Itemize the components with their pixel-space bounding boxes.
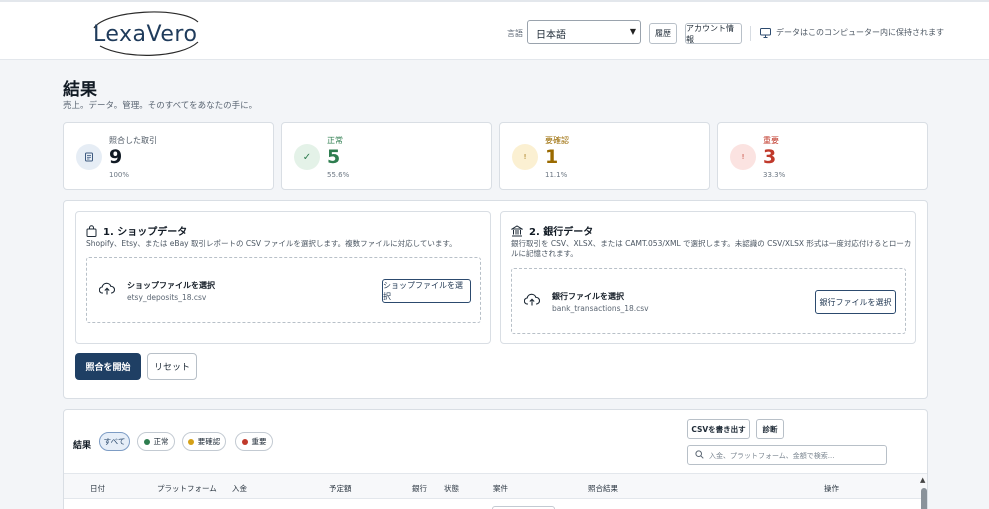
column-header-expected[interactable]: 予定額 (329, 483, 352, 494)
search-placeholder: 入金、プラットフォーム、金額で検索... (709, 452, 835, 460)
diagnostics-button[interactable]: 診断 (756, 419, 784, 439)
shop-description: Shopify、Etsy、または eBay 取引レポートの CSV ファイルを選… (86, 239, 457, 248)
export-csv-button[interactable]: CSVを書き出す (687, 419, 750, 439)
column-header-case[interactable]: 案件 (493, 483, 508, 494)
bank-description-line1: 銀行取引を CSV、XLSX、または CAMT.053/XML で選択します。未… (511, 239, 912, 248)
check-icon: ✓ (294, 144, 320, 170)
column-header-match-result[interactable]: 照合結果 (588, 483, 618, 494)
stat-label: 照合した取引 (109, 136, 157, 145)
stat-label: 正常 (327, 136, 343, 145)
column-header-deposit[interactable]: 入金 (232, 483, 247, 494)
stat-label: 重要 (763, 136, 779, 145)
monitor-icon (760, 27, 771, 38)
filter-chip-normal[interactable]: 正常 (137, 432, 175, 451)
stat-card-normal: ✓ 正常 5 55.6% (281, 122, 492, 190)
start-reconcile-button[interactable]: 照合を開始 (75, 353, 141, 380)
bank-icon (511, 224, 523, 236)
stat-percent: 100% (109, 171, 130, 179)
scrollbar[interactable]: ▲ (920, 476, 927, 509)
scroll-up-icon[interactable]: ▲ (920, 476, 925, 484)
bank-file-name: bank_transactions_18.csv (552, 304, 649, 313)
shop-title-text: 1. ショップデータ (103, 227, 188, 238)
shop-section-title: 1. ショップデータ (86, 223, 187, 238)
bank-data-section: 2. 銀行データ 銀行取引を CSV、XLSX、または CAMT.053/XML… (500, 211, 916, 344)
header-divider (750, 26, 751, 41)
bank-title-text: 2. 銀行データ (529, 227, 594, 238)
filter-chip-label: 正常 (153, 437, 169, 446)
page-subtitle: 売上。データ。管理。そのすべてをあなたの手に。 (63, 101, 258, 111)
stat-card-review: ! 要確認 1 11.1% (499, 122, 710, 190)
app-header: LexaVero 言語 日本語 ▼ 履歴 アカウント情報 データはこのコンピュー… (0, 0, 989, 60)
language-selected-value: 日本語 (536, 30, 566, 41)
stat-label: 要確認 (545, 136, 569, 145)
status-dot (143, 438, 150, 445)
logo-text: LexaVero (93, 22, 198, 47)
bank-section-title: 2. 銀行データ (511, 223, 593, 238)
stat-card-critical: ! 重要 3 33.3% (717, 122, 928, 190)
shop-data-section: 1. ショップデータ Shopify、Etsy、または eBay 取引レポートの… (75, 211, 491, 344)
filter-chip-review[interactable]: 要確認 (182, 432, 226, 451)
column-header-actions[interactable]: 操作 (824, 483, 839, 494)
search-icon (695, 450, 704, 459)
shop-file-name: etsy_deposits_18.csv (127, 293, 207, 302)
cloud-upload-icon (99, 282, 115, 295)
column-header-platform[interactable]: プラットフォーム (157, 483, 217, 494)
language-label: 言語 (507, 29, 523, 38)
status-dot (241, 438, 248, 445)
history-button[interactable]: 履歴 (649, 23, 677, 44)
bank-drop-title: 銀行ファイルを選択 (552, 292, 624, 301)
column-header-bank[interactable]: 銀行 (412, 483, 427, 494)
stat-percent: 33.3% (763, 171, 786, 179)
logo[interactable]: LexaVero (86, 8, 206, 58)
document-icon (76, 144, 102, 170)
status-dot (187, 438, 194, 445)
results-table-header: 日付 プラットフォーム 入金 予定額 銀行 状態 案件 照合結果 操作 (64, 473, 927, 499)
column-header-status[interactable]: 状態 (444, 483, 459, 494)
bank-description-line2: ルに記憶されます。 (511, 249, 578, 258)
select-bank-file-button[interactable]: 銀行ファイルを選択 (815, 290, 896, 314)
stat-percent: 55.6% (327, 171, 350, 179)
shop-dropzone[interactable]: ショップファイルを選択 etsy_deposits_18.csv ショップファイ… (86, 257, 481, 323)
scrollbar-thumb[interactable] (921, 488, 927, 509)
exclamation-icon: ! (730, 144, 756, 170)
shopping-bag-icon (86, 224, 97, 237)
local-notice-text: データはこのコンピューター内に保持されます (776, 28, 944, 37)
stat-value: 9 (109, 146, 123, 168)
cloud-upload-icon (524, 293, 540, 306)
reset-button[interactable]: リセット (147, 353, 197, 380)
page-title: 結果 (63, 80, 97, 100)
filter-chip-label: 要確認 (197, 437, 221, 446)
local-storage-notice: データはこのコンピューター内に保持されます (760, 27, 944, 38)
stat-value: 5 (327, 146, 341, 168)
exclamation-icon: ! (512, 144, 538, 170)
shop-drop-title: ショップファイルを選択 (127, 281, 215, 290)
stat-value: 1 (545, 146, 559, 168)
stat-value: 3 (763, 146, 777, 168)
filter-chip-label: 重要 (251, 437, 267, 446)
column-header-date[interactable]: 日付 (90, 483, 105, 494)
chevron-down-icon: ▼ (629, 27, 636, 36)
results-label: 結果 (73, 441, 92, 451)
stat-percent: 11.1% (545, 171, 568, 179)
filter-chip-label: すべて (103, 437, 126, 446)
bank-dropzone[interactable]: 銀行ファイルを選択 bank_transactions_18.csv 銀行ファイ… (511, 268, 906, 334)
select-shop-file-button[interactable]: ショップファイルを選択 (382, 279, 471, 303)
account-button[interactable]: アカウント情報 (685, 23, 742, 44)
language-select[interactable]: 日本語 ▼ (527, 20, 641, 44)
stat-card-matched: 照合した取引 9 100% (63, 122, 274, 190)
filter-chip-critical[interactable]: 重要 (235, 432, 273, 451)
results-panel: 結果 すべて 正常 要確認 重要 CSVを書き出す 診断 入金、プラットフォーム… (63, 409, 928, 509)
bank-description: 銀行取引を CSV、XLSX、または CAMT.053/XML で選択します。未… (511, 239, 911, 259)
search-input[interactable]: 入金、プラットフォーム、金額で検索... (687, 445, 887, 465)
filter-chip-all[interactable]: すべて (99, 432, 130, 451)
